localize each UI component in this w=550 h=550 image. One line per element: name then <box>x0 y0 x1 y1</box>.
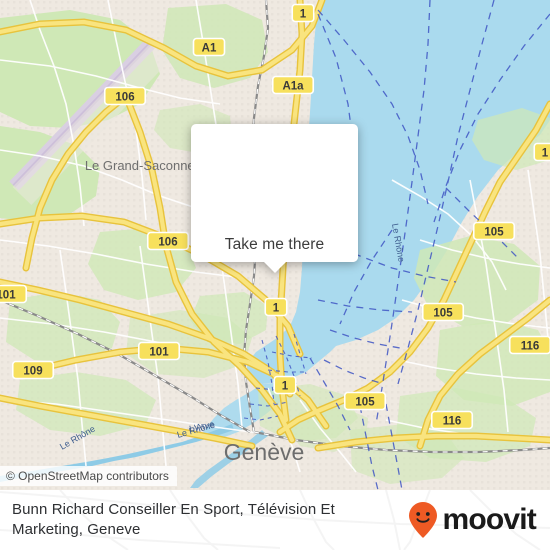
map-canvas[interactable]: Le Rhône Le Rhône Le Rhône L'Arve Le Gra… <box>0 0 550 490</box>
road-shield-label: 116 <box>443 416 462 428</box>
road-shield-label: 109 <box>23 366 42 378</box>
footer-bar: Bunn Richard Conseiller En Sport, Télévi… <box>0 490 550 550</box>
moovit-wordmark: moovit <box>442 503 536 536</box>
moovit-place-card: Le Rhône Le Rhône Le Rhône L'Arve Le Gra… <box>0 0 550 550</box>
road-shield-label: 116 <box>521 341 540 353</box>
osm-attribution-text: © OpenStreetMap contributors <box>6 469 169 483</box>
road-shield: 106 <box>103 86 147 106</box>
road-shield: 1 <box>533 142 550 162</box>
callout-header <box>191 124 358 228</box>
place-title: Bunn Richard Conseiller En Sport, Télévi… <box>12 501 335 538</box>
road-shield: 1 <box>273 375 297 395</box>
place-callout-card[interactable]: Take me there <box>191 124 358 273</box>
road-shield-label: 101 <box>149 347 169 359</box>
road-shield-label: A1a <box>282 81 304 93</box>
road-shield: 1 <box>264 297 288 317</box>
road-shield: 105 <box>421 302 465 322</box>
road-shield: 1 <box>291 3 315 23</box>
road-shield: 109 <box>11 360 55 380</box>
road-shield: 105 <box>472 221 516 241</box>
take-me-there-label: Take me there <box>224 236 325 253</box>
road-shield-label: 105 <box>484 227 504 239</box>
road-shield-label: 106 <box>115 92 134 104</box>
callout-pointer <box>263 262 286 273</box>
road-shield: 116 <box>430 410 474 430</box>
map-pin-icon <box>252 147 297 205</box>
road-shield-label: 1 <box>282 381 289 393</box>
road-shield: 101 <box>0 284 28 304</box>
road-shield-label: 105 <box>355 397 375 409</box>
road-shield: A1a <box>271 75 315 95</box>
moovit-logo[interactable]: moovit <box>408 501 537 539</box>
moovit-pin-icon <box>409 502 438 538</box>
road-shield-label: 1 <box>273 303 280 315</box>
road-shield-label: 1 <box>542 148 549 160</box>
osm-attribution[interactable]: © OpenStreetMap contributors <box>0 466 177 486</box>
road-shield: A1 <box>192 37 226 57</box>
road-shield: 116 <box>508 335 550 355</box>
road-shield: 105 <box>343 391 387 411</box>
callout-body: Take me there <box>191 124 358 262</box>
road-shield-label: 106 <box>158 237 177 249</box>
road-shield: 101 <box>137 341 181 361</box>
road-shield-label: 105 <box>433 308 453 320</box>
road-shield-label: 101 <box>0 290 16 302</box>
road-shield-label: 1 <box>300 9 307 21</box>
road-shield-label: A1 <box>202 43 217 55</box>
road-shield: 106 <box>146 231 190 251</box>
take-me-there-button[interactable]: Take me there <box>191 228 358 262</box>
